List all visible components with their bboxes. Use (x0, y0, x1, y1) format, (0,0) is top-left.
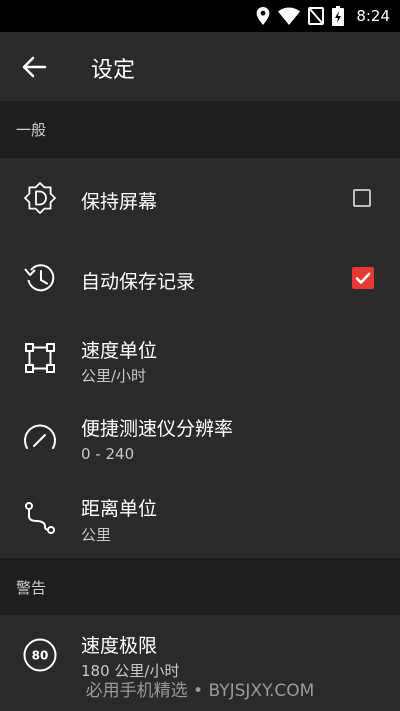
battery-charging-icon (332, 6, 345, 26)
screen-d-icon (24, 182, 56, 214)
speedometer-icon (24, 424, 56, 449)
setting-speedometer-resolution[interactable]: 便捷测速仪分辨率 0 - 240 (0, 400, 400, 478)
section-header-general: 一般 (0, 101, 400, 158)
setting-title: 速度极限 (81, 635, 158, 657)
status-icons: 8:24 (256, 6, 390, 26)
history-icon (24, 264, 55, 292)
keep-screen-checkbox[interactable] (353, 189, 371, 207)
route-icon (25, 502, 55, 534)
vector-square-icon (25, 343, 55, 373)
setting-title: 保持屏幕 (81, 191, 158, 213)
setting-value: 公里 (81, 526, 112, 544)
status-time: 8:24 (356, 7, 390, 25)
setting-title: 速度单位 (81, 340, 158, 362)
section-label: 警告 (16, 579, 47, 597)
speed-limit-80-icon: 80 (23, 638, 57, 672)
setting-title: 距离单位 (81, 498, 158, 520)
no-sim-icon (308, 7, 325, 25)
setting-speed-unit[interactable]: 速度单位 公里/小时 (0, 320, 400, 400)
wifi-icon (278, 7, 301, 25)
arrow-left-icon[interactable] (20, 54, 48, 80)
app-bar: 设定 (0, 32, 400, 101)
setting-value: 公里/小时 (81, 367, 147, 385)
speed-limit-icon-text: 80 (32, 649, 49, 663)
setting-distance-unit[interactable]: 距离单位 公里 (0, 478, 400, 558)
setting-title: 便捷测速仪分辨率 (81, 418, 234, 440)
setting-value: 0 - 240 (81, 445, 135, 463)
watermark: 必用手机精选 • BYJSJXY.COM (85, 681, 315, 701)
section-label: 一般 (16, 121, 47, 139)
auto-save-checkbox[interactable] (352, 267, 374, 289)
setting-keep-screen[interactable]: 保持屏幕 (0, 158, 400, 240)
status-bar: 8:24 (0, 0, 400, 32)
page-title: 设定 (91, 58, 136, 83)
setting-auto-save[interactable]: 自动保存记录 (0, 240, 400, 320)
location-icon (256, 7, 270, 25)
setting-title: 自动保存记录 (81, 271, 196, 293)
section-header-warning: 警告 (0, 558, 400, 615)
check-icon (355, 272, 371, 284)
